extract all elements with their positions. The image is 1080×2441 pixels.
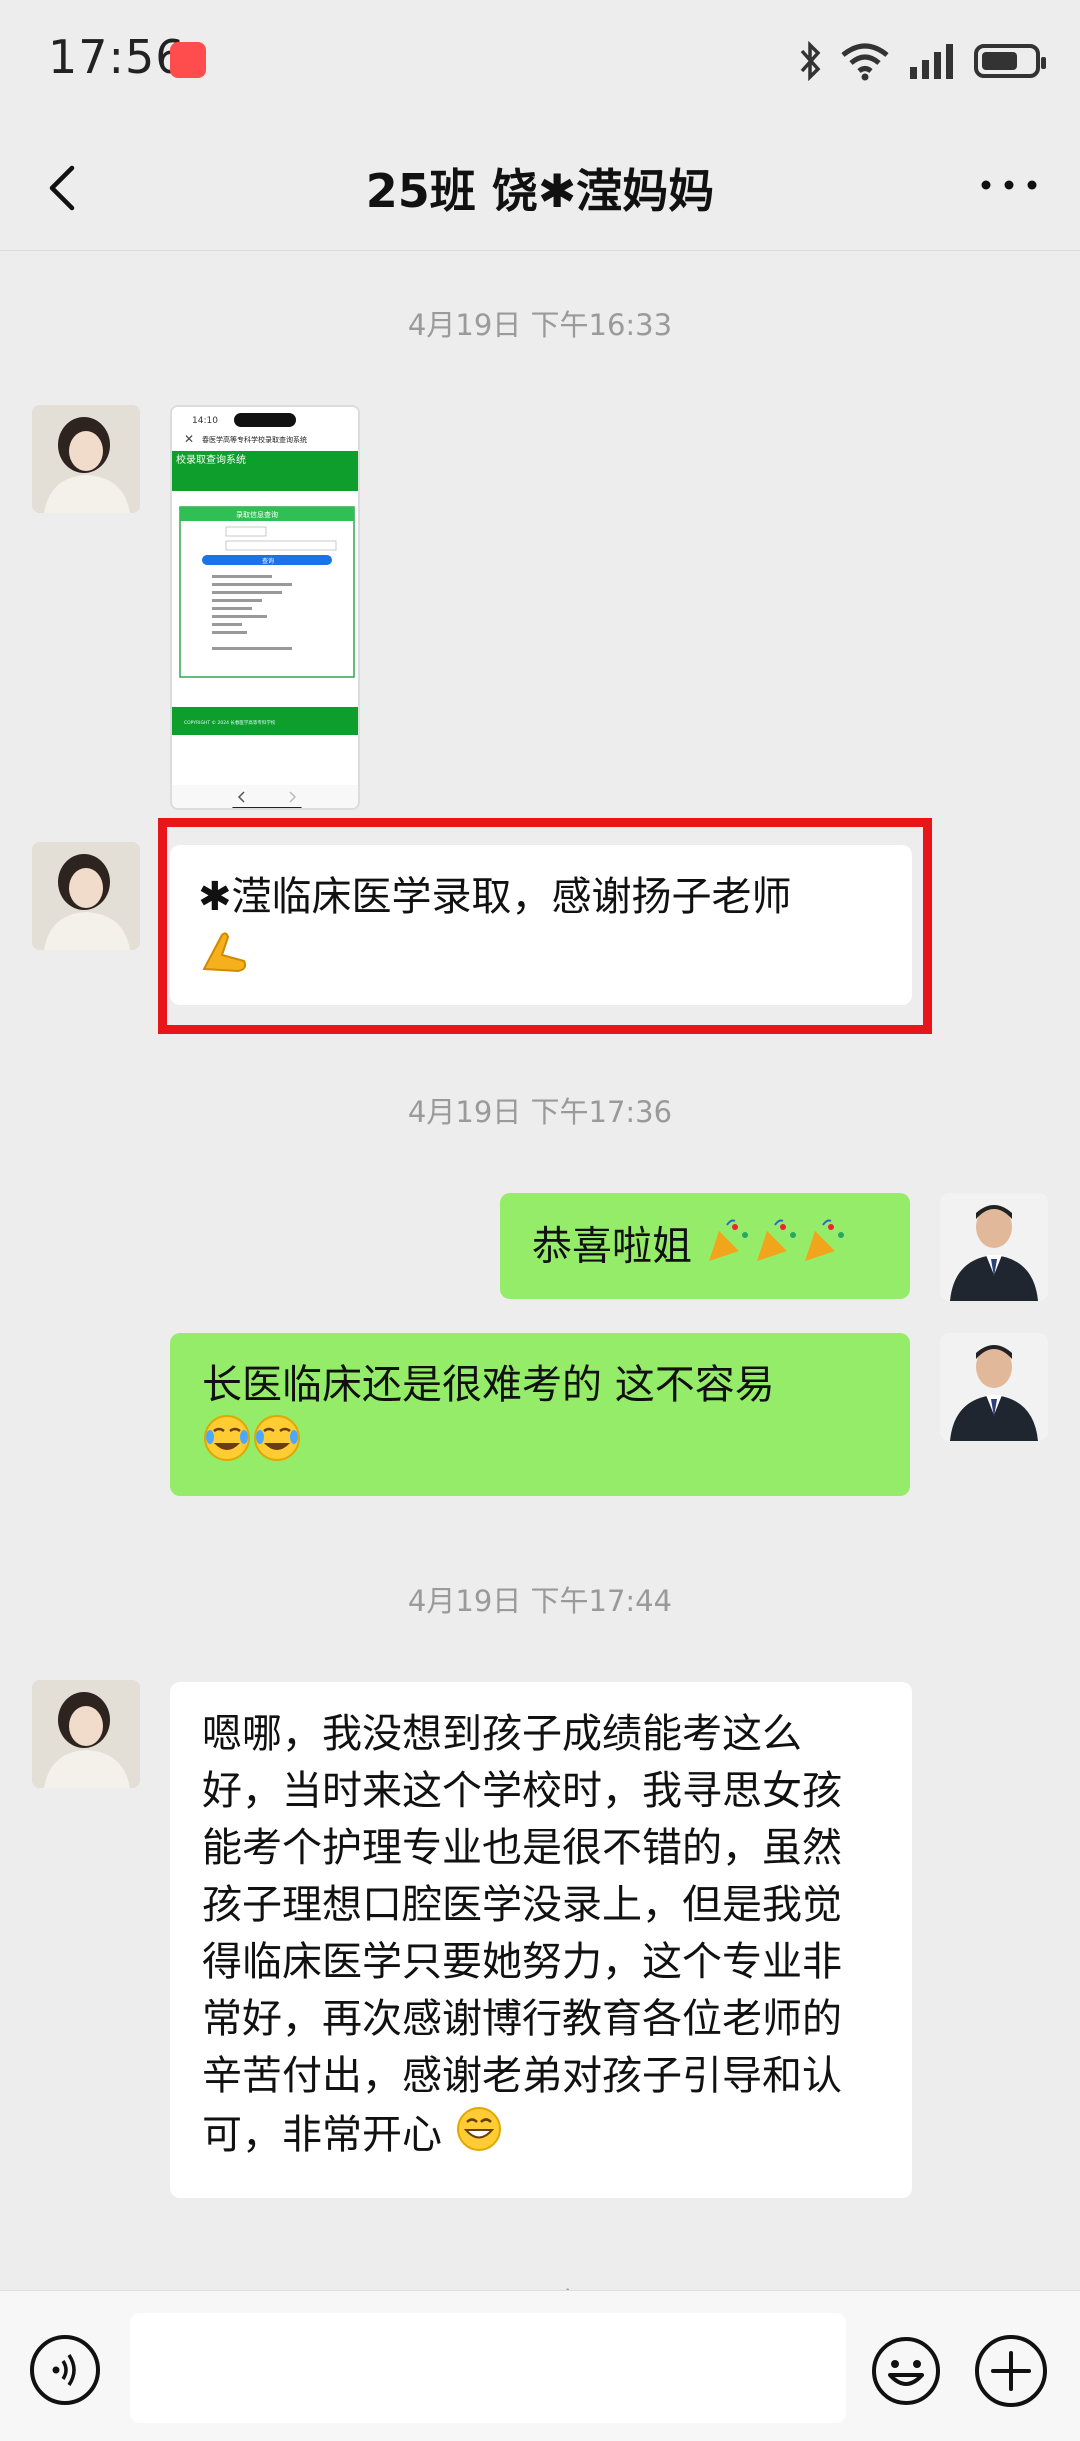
thumb-panel-title: 录取信息查询 — [236, 510, 278, 519]
image-message-screenshot[interactable]: 14:10 ✕ 春医学高等专科学校录取查询系统 校录取查询系统 录取信息查询 查… — [170, 405, 360, 810]
contact-avatar[interactable] — [32, 405, 140, 513]
bluetooth-icon — [800, 41, 821, 81]
message-bubble[interactable]: 恭喜啦姐 — [500, 1193, 910, 1299]
message-timestamp: 4月19日 下午17:36 — [407, 1095, 673, 1129]
message-text: 嗯哪，我没想到孩子成绩能考这么好，当时来这个学校时，我寻思女孩能考个护理专业也是… — [202, 1711, 842, 2158]
wifi-icon — [841, 43, 889, 81]
grinning-emoji-icon — [455, 2105, 503, 2169]
party-popper-icon — [705, 1217, 753, 1280]
thumb-title: 春医学高等专科学校录取查询系统 — [202, 435, 307, 444]
my-avatar[interactable] — [940, 1193, 1048, 1301]
more-icon[interactable] — [974, 160, 1044, 210]
app-notification-icon — [170, 42, 206, 78]
party-popper-icon — [801, 1217, 849, 1280]
voice-icon[interactable] — [30, 2335, 100, 2405]
party-popper-icon — [753, 1217, 801, 1280]
message-bubble[interactable]: 嗯哪，我没想到孩子成绩能考这么好，当时来这个学校时，我寻思女孩能考个护理专业也是… — [170, 1682, 912, 2198]
emoji-icon[interactable] — [870, 2335, 942, 2407]
message-text: 恭喜啦姐 — [532, 1223, 692, 1270]
svg-text:✕: ✕ — [184, 432, 194, 446]
message-input[interactable] — [130, 2313, 846, 2423]
contact-avatar[interactable] — [32, 842, 140, 950]
crying-laughing-emoji-icon — [202, 1413, 252, 1478]
message-timestamp: 4月19日 下午16:33 — [407, 308, 673, 342]
thumb-time: 14:10 — [192, 416, 218, 426]
message-timestamp: 4月19日 下午17:44 — [407, 1584, 673, 1618]
status-icons — [798, 38, 1046, 84]
contact-avatar[interactable] — [32, 1680, 140, 1788]
crying-laughing-emoji-icon — [252, 1413, 302, 1478]
thumb-banner: 校录取查询系统 — [176, 453, 246, 466]
thumb-query-button: 查询 — [262, 557, 274, 565]
highlight-box — [158, 818, 932, 1034]
plus-icon[interactable] — [975, 2335, 1047, 2407]
nav-bar: 25班 饶✱滢妈妈 — [0, 120, 1080, 251]
input-bar — [0, 2290, 1080, 2441]
battery-icon — [974, 44, 1046, 78]
status-bar: 17:56 — [0, 0, 1080, 120]
thumb-footer: COPYRIGHT © 2024 长春医学高等专科学校 — [184, 719, 276, 726]
chat-title: 25班 饶✱滢妈妈 — [365, 164, 715, 218]
status-time: 17:56 — [48, 30, 186, 84]
my-avatar[interactable] — [940, 1333, 1048, 1441]
message-bubble[interactable]: 长医临床还是很难考的 这不容易 — [170, 1333, 910, 1496]
message-text: 长医临床还是很难考的 这不容易 — [202, 1362, 775, 1408]
signal-icon — [910, 44, 953, 79]
